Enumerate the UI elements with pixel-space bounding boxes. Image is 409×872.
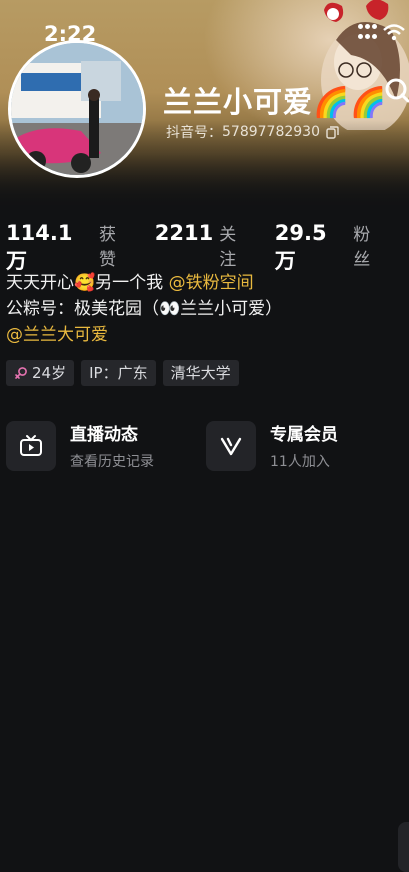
mention-link[interactable]: @兰兰大可爱 bbox=[6, 322, 282, 348]
bio-line-2: 公粽号：极美花园（👀兰兰小可爱） bbox=[6, 299, 283, 319]
card-subtitle: 查看历史记录 bbox=[70, 454, 154, 470]
live-tv-icon bbox=[6, 420, 56, 471]
feature-cards: 直播动态 查看历史记录 专属会员 11人加入 bbox=[0, 410, 409, 872]
card-title: 直播动态 bbox=[70, 425, 138, 445]
profile-stats: 114.1万 获赞 2211 关注 29.5万 粉丝 bbox=[6, 220, 409, 275]
douyin-id-label: 抖音号： bbox=[166, 125, 222, 141]
copy-icon[interactable] bbox=[326, 125, 339, 139]
douyin-id: 抖音号： 57897782930 bbox=[166, 122, 339, 142]
stat-followers[interactable]: 29.5万 粉丝 bbox=[275, 220, 387, 275]
stat-following[interactable]: 2211 关注 bbox=[155, 220, 253, 270]
stat-likes: 114.1万 获赞 bbox=[6, 220, 133, 275]
bio-text: 天天开心🥰另一个我 bbox=[6, 273, 164, 293]
profile-bio: 天天开心🥰另一个我 @铁粉空间 公粽号：极美花园（👀兰兰小可爱） @兰兰大可爱 bbox=[6, 270, 282, 348]
stat-label: 粉丝 bbox=[353, 225, 371, 270]
stat-label: 获赞 bbox=[98, 225, 116, 270]
profile-tags: 24岁 IP：广东 清华大学 bbox=[6, 360, 239, 386]
stat-label: 关注 bbox=[219, 225, 237, 270]
stat-value: 2211 bbox=[154, 221, 214, 245]
card-partial-next[interactable] bbox=[398, 822, 409, 872]
tag-school[interactable]: 清华大学 bbox=[162, 360, 239, 386]
female-icon bbox=[15, 367, 27, 379]
wifi-icon bbox=[383, 24, 405, 41]
card-exclusive-membership[interactable]: 专属会员 11人加入 bbox=[206, 410, 338, 481]
douyin-id-value: 57897782930 bbox=[222, 124, 320, 140]
tag-label: 清华大学 bbox=[170, 364, 231, 382]
bio-line-1: 天天开心🥰另一个我 @铁粉空间 bbox=[6, 270, 282, 296]
tag-label: IP：广东 bbox=[89, 364, 148, 382]
tag-label: 24岁 bbox=[32, 364, 67, 382]
signal-dots-icon bbox=[358, 24, 377, 42]
profile-name: 兰兰小可爱🌈🌈 bbox=[163, 85, 388, 119]
avatar[interactable] bbox=[8, 40, 146, 178]
avatar-image bbox=[11, 43, 143, 175]
tag-age: 24岁 bbox=[6, 360, 75, 386]
tag-ip-location: IP：广东 bbox=[81, 360, 156, 386]
stat-value: 114.1万 bbox=[6, 221, 73, 273]
stat-value: 29.5万 bbox=[274, 221, 327, 273]
card-subtitle: 11人加入 bbox=[270, 454, 330, 470]
mention-link[interactable]: @铁粉空间 bbox=[169, 273, 254, 293]
card-title: 专属会员 bbox=[270, 425, 338, 445]
status-icons bbox=[358, 24, 405, 42]
vip-v-icon bbox=[206, 420, 256, 471]
card-live-activity[interactable]: 直播动态 查看历史记录 bbox=[6, 410, 154, 481]
